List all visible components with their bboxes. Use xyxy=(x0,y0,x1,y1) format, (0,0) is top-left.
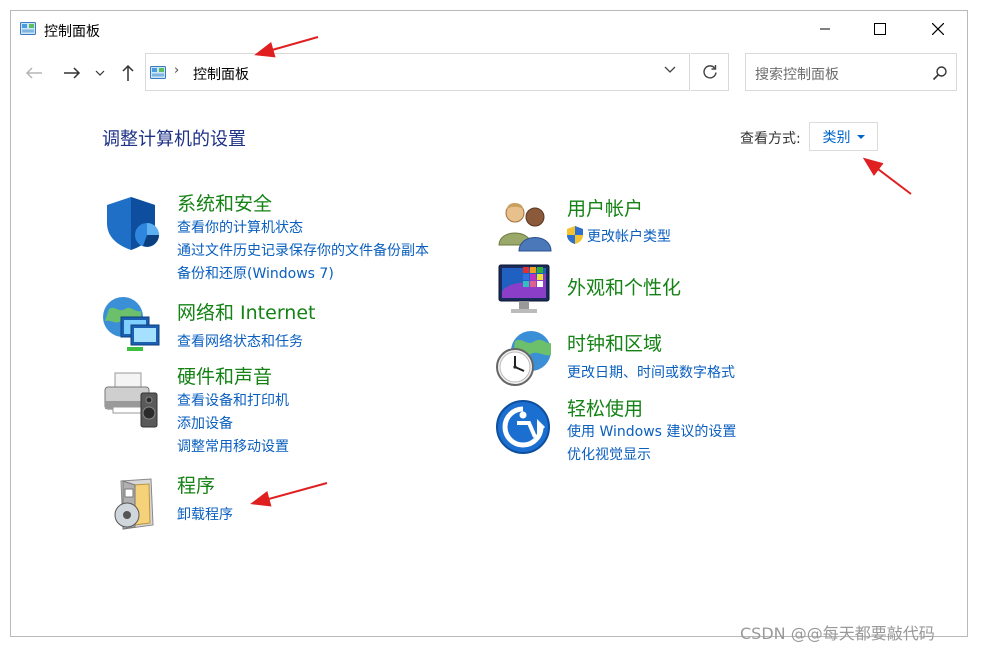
category-hardware-sound[interactable]: 硬件和声音 xyxy=(177,362,272,389)
navigation-bar: › 控制面板 搜索控制面板 xyxy=(11,53,967,93)
arrow-right-icon xyxy=(64,67,81,79)
link-change-account-type[interactable]: 更改帐户类型 xyxy=(587,226,671,246)
search-box[interactable]: 搜索控制面板 xyxy=(745,53,957,91)
link-view-devices-printers[interactable]: 查看设备和打印机 xyxy=(177,390,289,410)
category-programs[interactable]: 程序 xyxy=(177,471,215,498)
forward-button[interactable] xyxy=(61,62,83,84)
category-clock-region[interactable]: 时钟和区域 xyxy=(567,329,662,356)
clock-globe-icon[interactable] xyxy=(493,329,553,389)
network-globe-icon[interactable] xyxy=(101,295,161,355)
refresh-button[interactable] xyxy=(691,53,729,91)
control-panel-icon xyxy=(20,22,36,35)
window-title: 控制面板 xyxy=(44,24,100,40)
refresh-icon xyxy=(702,65,717,79)
minimize-icon xyxy=(820,28,830,30)
ease-of-access-icon[interactable] xyxy=(495,397,555,457)
address-bar[interactable]: › 控制面板 xyxy=(145,53,690,91)
search-icon[interactable] xyxy=(932,65,948,81)
category-appearance[interactable]: 外观和个性化 xyxy=(567,273,681,300)
uac-shield-icon xyxy=(567,226,583,244)
category-ease-of-access[interactable]: 轻松使用 xyxy=(567,394,643,421)
category-system-security[interactable]: 系统和安全 xyxy=(177,189,272,216)
printer-speaker-icon[interactable] xyxy=(101,371,161,431)
link-view-network-status[interactable]: 查看网络状态和任务 xyxy=(177,331,303,351)
link-add-device[interactable]: 添加设备 xyxy=(177,413,233,433)
control-panel-window: 控制面板 › 控制面板 搜索控制面板 调整计算机的设置 查看方式: 类别 系统和… xyxy=(10,10,968,637)
link-optimize-visual-display[interactable]: 优化视觉显示 xyxy=(567,444,651,464)
title-bar: 控制面板 xyxy=(11,11,967,49)
programs-icon[interactable] xyxy=(105,475,165,535)
back-button[interactable] xyxy=(23,62,45,84)
arrow-left-icon xyxy=(25,67,42,79)
control-panel-icon xyxy=(150,66,166,79)
watermark: CSDN @@每天都要敲代码 xyxy=(740,624,935,643)
link-recommended-settings[interactable]: 使用 Windows 建议的设置 xyxy=(567,421,736,441)
shield-icon[interactable] xyxy=(103,193,163,253)
category-network-internet[interactable]: 网络和 Internet xyxy=(177,298,315,325)
view-by-dropdown[interactable]: 类别 xyxy=(809,122,878,151)
caret-down-icon xyxy=(856,134,865,139)
view-by-label: 查看方式: xyxy=(740,131,801,147)
link-view-computer-status[interactable]: 查看你的计算机状态 xyxy=(177,217,303,237)
link-mobility-settings[interactable]: 调整常用移动设置 xyxy=(177,436,289,456)
user-accounts-icon[interactable] xyxy=(495,197,555,257)
search-input[interactable]: 搜索控制面板 xyxy=(755,64,839,84)
page-title: 调整计算机的设置 xyxy=(102,129,246,150)
link-change-date-time-format[interactable]: 更改日期、时间或数字格式 xyxy=(567,362,735,382)
minimize-button[interactable] xyxy=(802,11,848,47)
close-icon xyxy=(932,23,944,35)
link-backup-restore[interactable]: 备份和还原(Windows 7) xyxy=(177,263,334,283)
recent-locations-button[interactable] xyxy=(93,62,107,84)
up-button[interactable] xyxy=(117,62,139,84)
maximize-icon xyxy=(874,23,886,35)
breadcrumb-separator[interactable]: › xyxy=(174,63,179,78)
arrow-up-icon xyxy=(122,64,134,81)
breadcrumb-control-panel[interactable]: 控制面板 xyxy=(193,64,249,84)
link-file-history-backup[interactable]: 通过文件历史记录保存你的文件备份副本 xyxy=(177,240,429,260)
chevron-down-icon xyxy=(95,70,105,76)
chevron-down-icon[interactable] xyxy=(664,66,676,74)
maximize-button[interactable] xyxy=(857,11,903,47)
appearance-icon[interactable] xyxy=(495,261,555,321)
category-user-accounts[interactable]: 用户帐户 xyxy=(567,194,643,221)
close-button[interactable] xyxy=(915,11,961,47)
link-uninstall-program[interactable]: 卸载程序 xyxy=(177,504,233,524)
view-by-value: 类别 xyxy=(822,129,851,146)
